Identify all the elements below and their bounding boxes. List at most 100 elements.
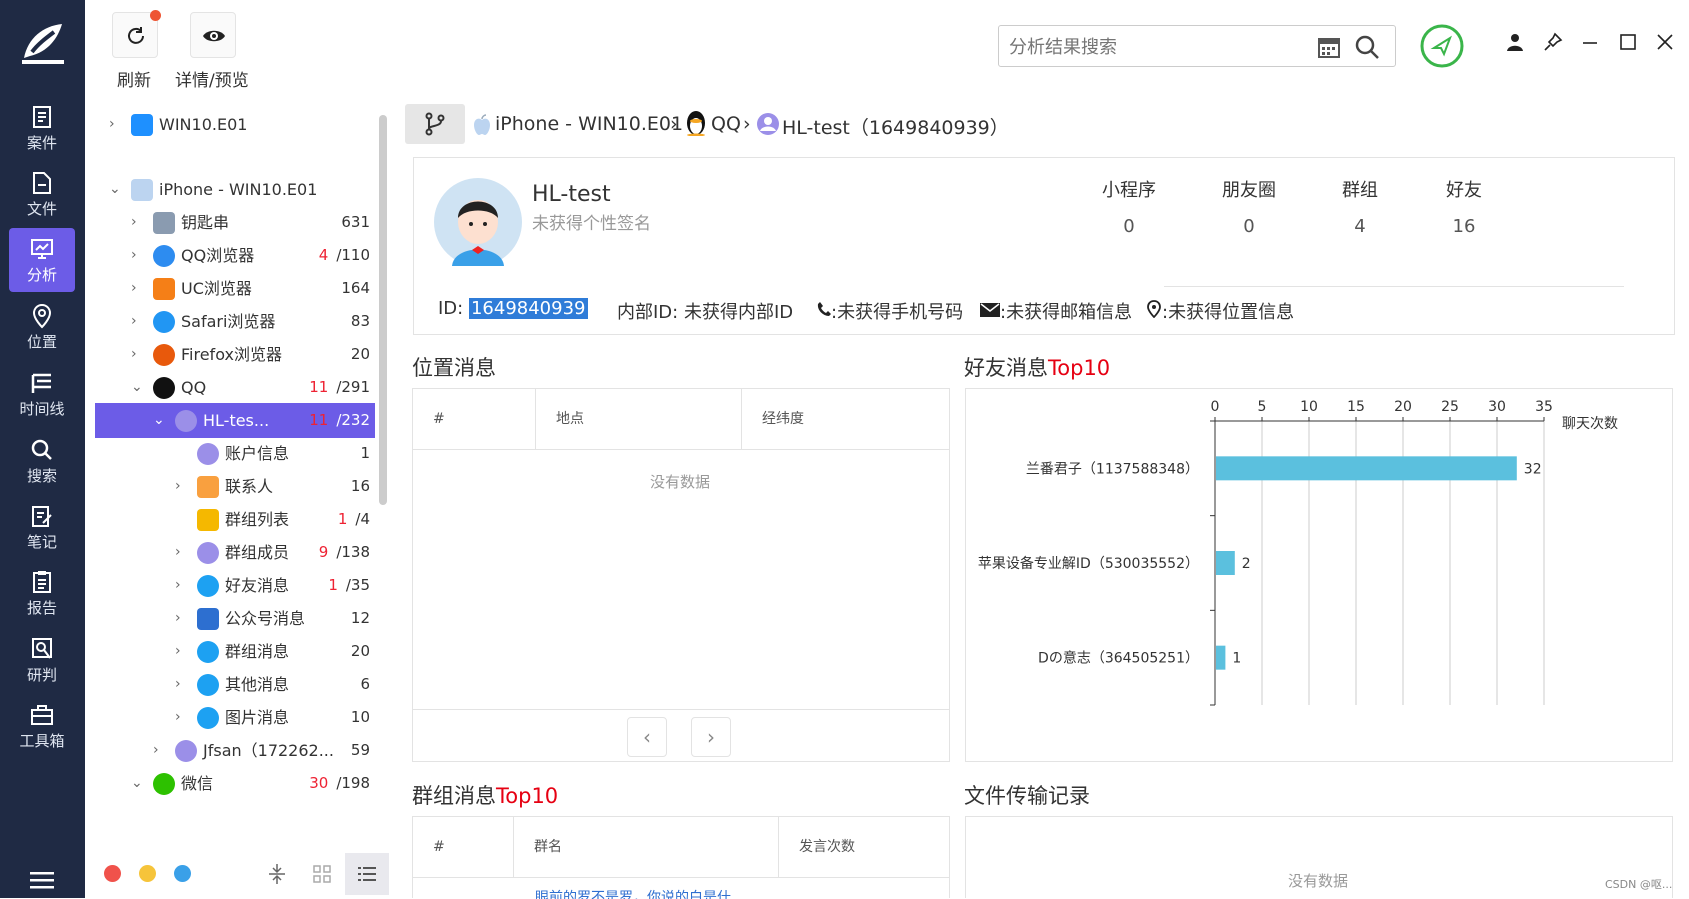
minimize-icon[interactable] [1580,32,1600,52]
col-place[interactable]: 地点 [536,389,742,449]
apple-icon [474,114,490,135]
search-icon[interactable] [1354,34,1380,60]
tree-item-count: 12 [351,601,370,636]
nav-label: 报告 [26,599,57,617]
chevron-right-icon[interactable]: › [175,568,189,603]
tree-item[interactable]: › 图片消息 10 [95,700,375,735]
refresh-label: 刷新 [117,71,151,91]
tree-item[interactable]: 群组列表 1/4 [95,502,375,537]
pin-icon[interactable] [1543,32,1563,52]
nav-item-timeline[interactable]: 时间线 [9,362,75,426]
list-view-button[interactable] [345,853,389,895]
branch-button[interactable] [405,104,465,144]
tree-item[interactable]: ⌄ QQ 11/291 [95,370,375,405]
tree-item-count: 10 [351,700,370,735]
user-icon[interactable] [1505,32,1525,52]
stat-item[interactable]: 朋友圈 0 [1199,176,1299,237]
category-label: Dの意志（364505251） [1038,650,1199,667]
chevron-right-icon[interactable]: › [175,469,189,504]
tree-item[interactable]: › 其他消息 6 [95,667,375,702]
search-input[interactable] [1009,34,1309,60]
chevron-down-icon[interactable]: ⌄ [131,370,145,405]
chevron-down-icon[interactable]: ⌄ [153,403,167,438]
calendar-icon[interactable] [1317,35,1341,59]
tree-item[interactable]: ⌄ 微信 30/198 [95,766,375,801]
chevron-right-icon[interactable]: › [131,271,145,306]
nav-item-report[interactable]: 报告 [9,561,75,625]
tree-item[interactable]: › Safari浏览器 83 [95,304,375,339]
location-icon [32,303,52,329]
tree-item[interactable]: › 钥匙串 631 [95,205,375,240]
chevron-right-icon[interactable]: › [175,535,189,570]
col-coords[interactable]: 经纬度 [742,389,949,449]
chevron-right-icon[interactable]: › [109,107,123,142]
id-value[interactable]: 1649840939 [468,298,588,319]
maximize-icon[interactable] [1618,32,1638,52]
tree-item[interactable]: › 群组消息 20 [95,634,375,669]
breadcrumb-device[interactable]: iPhone - WIN10.E01 [495,113,683,135]
nav-item-location[interactable]: 位置 [9,295,75,359]
tree-item[interactable]: ⌄ iPhone - WIN10.E01 [95,172,375,207]
total-count: 20 [350,642,370,660]
nav-item-research[interactable]: 研判 [9,628,75,692]
menu-icon[interactable] [30,870,54,890]
tree-item[interactable]: › Firefox浏览器 20 [95,337,375,372]
tree-item-count: 20 [351,337,370,372]
close-icon[interactable] [1655,32,1675,52]
tree-item-count: 164 [341,271,370,306]
nav-item-toolbox[interactable]: 工具箱 [9,694,75,758]
tree-scrollbar[interactable] [379,115,387,505]
stat-item[interactable]: 好友 16 [1414,176,1514,237]
friends-chart-panel: 0 5 10 15 20 25 30 35 聊天次数 兰番君子（1137588348） 32 苹果设备… [965,388,1673,762]
col-index[interactable]: # [413,817,514,877]
yellow-tag-icon[interactable] [139,865,156,882]
tree-item[interactable]: › 群组成员 9/138 [95,535,375,570]
nav-item-notes[interactable]: 笔记 [9,495,75,559]
prev-page-button[interactable]: ‹ [627,717,667,757]
group-name-link[interactable]: 眼前的罗不是罗，你说的白是什 [535,887,731,899]
chevron-right-icon[interactable]: › [131,304,145,339]
nav-item-analysis[interactable]: 分析 [9,228,75,292]
chevron-down-icon[interactable]: ⌄ [131,766,145,801]
preview-button[interactable] [190,12,236,58]
tree-item[interactable]: › 联系人 16 [95,469,375,504]
stat-item[interactable]: 群组 4 [1310,176,1410,237]
chevron-right-icon[interactable]: › [175,634,189,669]
chevron-right-icon[interactable]: › [131,337,145,372]
tree-item[interactable]: 账户信息 1 [95,436,375,471]
chevron-right-icon[interactable]: › [153,733,167,768]
unread-count: 11 [309,411,329,429]
chevron-down-icon[interactable]: ⌄ [109,172,123,207]
col-message-count[interactable]: 发言次数 [779,817,949,877]
collapse-icon[interactable] [267,862,287,886]
tree-item[interactable]: ⌄ HL-tes... 11/232 [95,403,375,438]
breadcrumb-account[interactable]: HL-test（1649840939） [782,113,1009,140]
stat-item[interactable]: 小程序 0 [1079,176,1179,237]
chevron-right-icon[interactable]: › [131,238,145,273]
nav-item-search[interactable]: 搜索 [9,429,75,493]
tree-item[interactable]: › 好友消息 1/35 [95,568,375,603]
tree-item[interactable]: › QQ浏览器 4/110 [95,238,375,273]
col-group-name[interactable]: 群名 [514,817,779,877]
breadcrumb-app[interactable]: QQ [711,113,741,135]
nav-item-file[interactable]: 文件 [9,162,75,226]
refresh-button[interactable] [112,10,161,58]
red-tag-icon[interactable] [104,865,121,882]
tree-item-count: 16 [351,469,370,504]
chevron-right-icon[interactable]: › [131,205,145,240]
tree-item[interactable]: › Jfsan（172262... 59 [95,733,375,768]
nav-item-case[interactable]: 案件 [9,96,75,160]
total-count: 16 [350,477,370,495]
tree-item[interactable]: › 公众号消息 12 [95,601,375,636]
tree-item[interactable]: › WIN10.E01 [95,107,375,142]
next-page-button[interactable]: › [691,717,731,757]
grid-view-icon[interactable] [312,864,332,884]
tree-item[interactable]: › UC浏览器 164 [95,271,375,306]
chevron-right-icon[interactable]: › [175,700,189,735]
col-index[interactable]: # [413,389,536,449]
send-icon[interactable] [1420,24,1464,68]
chevron-right-icon[interactable]: › [175,667,189,702]
chevron-right-icon[interactable]: › [175,601,189,636]
chat-bubble-icon [197,707,219,729]
blue-tag-icon[interactable] [174,865,191,882]
